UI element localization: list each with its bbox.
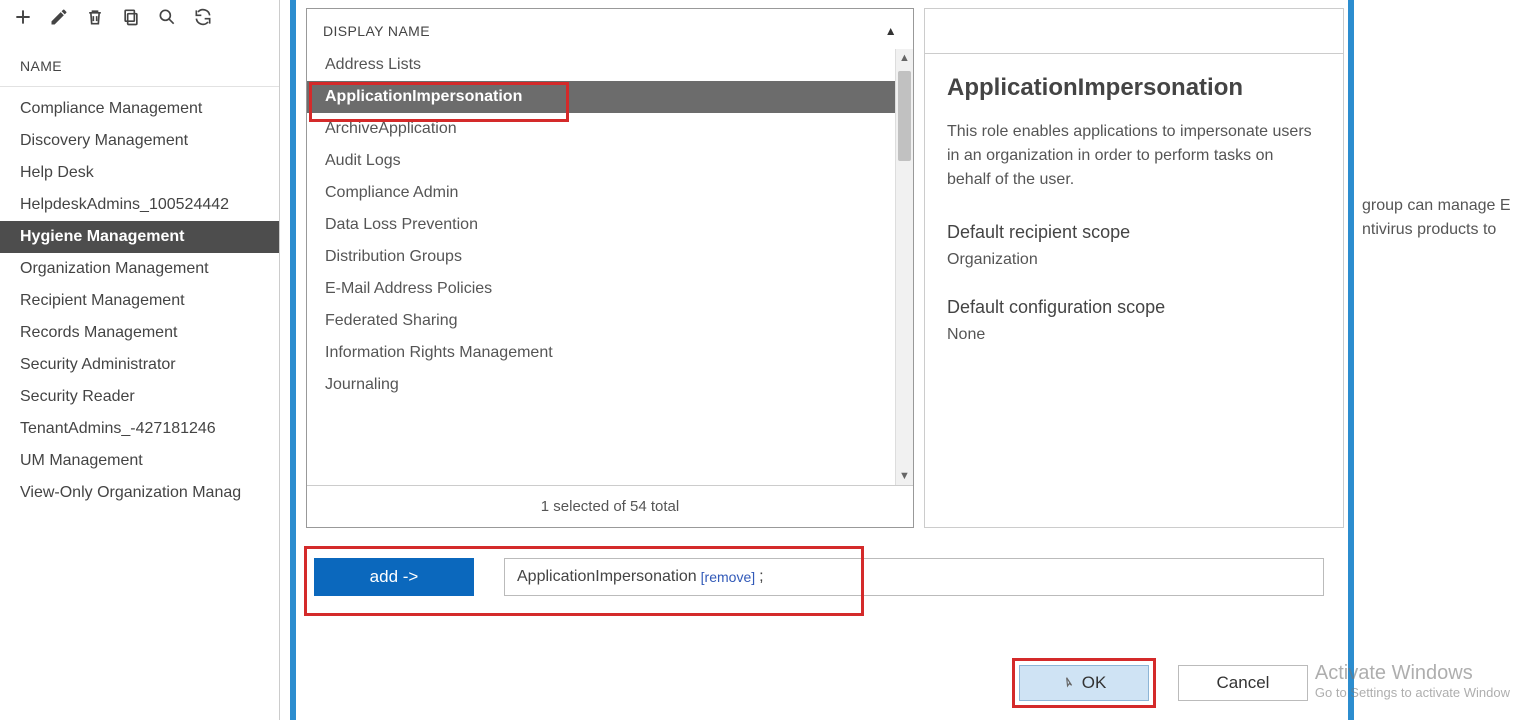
config-scope-value: None — [947, 326, 1321, 344]
add-icon[interactable] — [12, 6, 34, 28]
detail-title: ApplicationImpersonation — [947, 74, 1321, 102]
crop-line-2: ntivirus products to — [1362, 218, 1511, 242]
config-scope-label: Default configuration scope — [947, 297, 1321, 318]
scrollbar[interactable]: ▲ ▼ — [895, 49, 913, 485]
recipient-scope-label: Default recipient scope — [947, 222, 1321, 243]
sidebar-item[interactable]: TenantAdmins_-427181246 — [0, 413, 279, 445]
sidebar-item[interactable]: View-Only Organization Manag — [0, 477, 279, 509]
watermark-line-1: Activate Windows — [1315, 662, 1510, 685]
role-item[interactable]: ApplicationImpersonation — [307, 81, 913, 113]
role-list-header[interactable]: DISPLAY NAME — [323, 23, 430, 39]
sidebar-item[interactable]: Organization Management — [0, 253, 279, 285]
selected-role-name: ApplicationImpersonation — [517, 568, 697, 586]
crop-line-1: group can manage E — [1362, 194, 1511, 218]
role-item[interactable]: Data Loss Prevention — [307, 209, 913, 241]
sidebar-item[interactable]: Compliance Management — [0, 93, 279, 125]
role-item[interactable]: ArchiveApplication — [307, 113, 913, 145]
role-item[interactable]: Distribution Groups — [307, 241, 913, 273]
role-item[interactable]: Journaling — [307, 369, 913, 401]
ok-button[interactable]: OK — [1019, 665, 1149, 701]
role-list-box: DISPLAY NAME ▲ Address ListsApplicationI… — [306, 8, 914, 528]
sidebar-item[interactable]: Hygiene Management — [0, 221, 279, 253]
delete-icon[interactable] — [84, 6, 106, 28]
role-picker-dialog: DISPLAY NAME ▲ Address ListsApplicationI… — [290, 0, 1354, 720]
copy-icon[interactable] — [120, 6, 142, 28]
detail-description: This role enables applications to impers… — [947, 120, 1321, 192]
role-item[interactable]: E-Mail Address Policies — [307, 273, 913, 305]
add-button[interactable]: add -> — [314, 558, 474, 596]
role-detail-box: ApplicationImpersonation This role enabl… — [924, 8, 1344, 528]
cropped-background-text: group can manage E ntivirus products to — [1362, 194, 1511, 242]
sidebar-item[interactable]: HelpdeskAdmins_100524442 — [0, 189, 279, 221]
sidebar-toolbar — [0, 0, 279, 38]
role-item[interactable]: Address Lists — [307, 49, 913, 81]
role-item[interactable]: Information Rights Management — [307, 337, 913, 369]
search-icon[interactable] — [156, 6, 178, 28]
selected-roles-box[interactable]: ApplicationImpersonation [remove] ; — [504, 558, 1324, 596]
role-item[interactable]: Audit Logs — [307, 145, 913, 177]
edit-icon[interactable] — [48, 6, 70, 28]
sort-asc-icon[interactable]: ▲ — [885, 24, 897, 38]
sidebar-item[interactable]: Recipient Management — [0, 285, 279, 317]
role-item[interactable]: Compliance Admin — [307, 177, 913, 209]
watermark-line-2: Go to Settings to activate Window — [1315, 685, 1510, 700]
separator: ; — [759, 568, 763, 586]
detail-topbar — [925, 9, 1343, 54]
scroll-down-icon[interactable]: ▼ — [896, 467, 913, 485]
scroll-thumb[interactable] — [898, 71, 911, 161]
windows-activation-watermark: Activate Windows Go to Settings to activ… — [1315, 662, 1510, 700]
remove-link[interactable]: [remove] — [701, 569, 755, 585]
recipient-scope-value: Organization — [947, 251, 1321, 269]
cursor-icon — [1062, 676, 1076, 690]
ok-label: OK — [1082, 673, 1107, 693]
sidebar-item[interactable]: Help Desk — [0, 157, 279, 189]
sidebar-item[interactable]: Security Administrator — [0, 349, 279, 381]
sidebar-column-header[interactable]: NAME — [0, 38, 279, 87]
role-item[interactable]: Federated Sharing — [307, 305, 913, 337]
sidebar-item[interactable]: Discovery Management — [0, 125, 279, 157]
cancel-button[interactable]: Cancel — [1178, 665, 1308, 701]
sidebar-item[interactable]: Records Management — [0, 317, 279, 349]
sidebar-item[interactable]: Security Reader — [0, 381, 279, 413]
sidebar-panel: NAME Compliance ManagementDiscovery Mana… — [0, 0, 280, 720]
sidebar-item[interactable]: UM Management — [0, 445, 279, 477]
highlight-ok-button: OK — [1012, 658, 1156, 708]
scroll-up-icon[interactable]: ▲ — [896, 49, 913, 67]
selection-status: 1 selected of 54 total — [307, 485, 913, 527]
cancel-label: Cancel — [1217, 673, 1270, 693]
refresh-icon[interactable] — [192, 6, 214, 28]
